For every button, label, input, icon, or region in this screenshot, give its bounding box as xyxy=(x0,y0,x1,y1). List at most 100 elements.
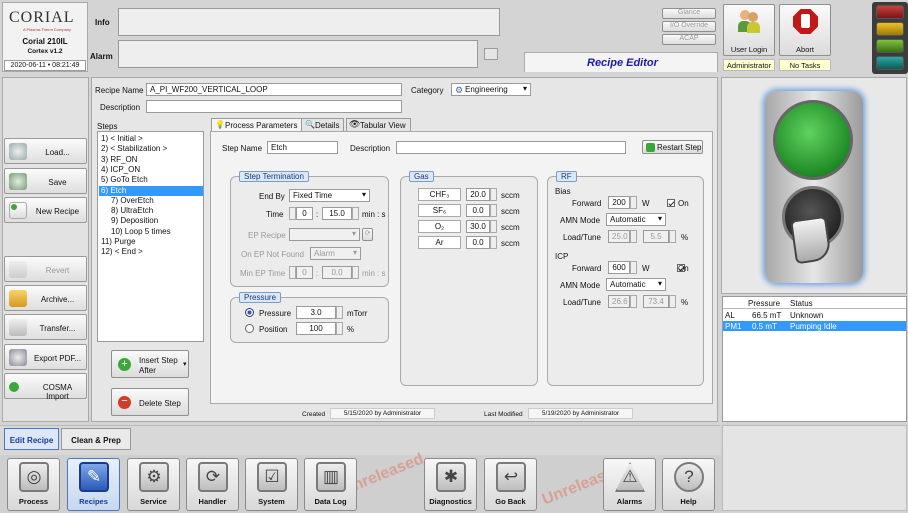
nav-help-button[interactable]: ? Help xyxy=(662,458,715,511)
step-description-input[interactable] xyxy=(396,141,626,154)
pressure-spinner[interactable] xyxy=(336,306,343,319)
rf-bias-load-spinner[interactable] xyxy=(630,230,637,243)
position-input[interactable]: 100 xyxy=(296,322,336,335)
ep-recipe-link-icon[interactable]: ⟳ xyxy=(362,228,373,241)
archive-button[interactable]: Archive... xyxy=(4,285,87,311)
rf-icp-amn-select[interactable]: Automatic xyxy=(606,278,666,291)
position-spinner[interactable] xyxy=(336,322,343,335)
load-button[interactable]: Load... xyxy=(4,138,87,164)
io-override-button[interactable]: I/O Override xyxy=(662,21,716,32)
rf-icp-forward-spinner[interactable] xyxy=(630,261,637,274)
gas-flow-spinner[interactable] xyxy=(490,204,497,217)
tab-details[interactable]: 🔍 Details xyxy=(301,118,345,132)
rf-icp-tune-spinner[interactable] xyxy=(669,295,676,308)
rf-bias-tune-input[interactable]: 5.5 xyxy=(643,230,669,243)
save-button[interactable]: Save xyxy=(4,168,87,194)
chevron-down-icon[interactable]: ▾ xyxy=(183,360,187,368)
cosma-import-button[interactable]: COSMA Import xyxy=(4,373,87,401)
gear-icon: ⚙ xyxy=(455,85,464,95)
gas-flow-input[interactable]: 0.0 xyxy=(466,204,490,217)
rf-bias-on-checkbox[interactable] xyxy=(667,198,675,207)
tasks-status: No Tasks xyxy=(779,59,831,71)
insert-step-button[interactable]: + Insert Step After ▾ xyxy=(111,350,189,378)
gas-flow-input[interactable]: 0.0 xyxy=(466,236,490,249)
nav-recipes-button[interactable]: ✎ Recipes xyxy=(67,458,120,511)
pressure-radio[interactable] xyxy=(245,308,254,317)
nav-process-button[interactable]: ◎ Process xyxy=(7,458,60,511)
time-min-spinner[interactable] xyxy=(289,207,296,220)
list-item[interactable]: 9) Deposition xyxy=(99,216,203,226)
nav-data-log-button[interactable]: ▥ Data Log xyxy=(304,458,357,511)
list-item[interactable]: 4) ICP_ON xyxy=(99,165,203,175)
pressure-input[interactable]: 3.0 xyxy=(296,306,336,319)
list-item[interactable]: 5) GoTo Etch xyxy=(99,175,203,185)
list-item[interactable]: 11) Purge xyxy=(99,237,203,247)
list-item[interactable]: 7) OverEtch xyxy=(99,196,203,206)
rf-bias-forward-spinner[interactable] xyxy=(630,196,637,209)
gas-flow-spinner[interactable] xyxy=(490,220,497,233)
tower-blue-light xyxy=(876,56,904,70)
step-name-input[interactable]: Etch xyxy=(267,141,338,154)
user-role: Administrator xyxy=(723,59,775,71)
nav-service-button[interactable]: ⚙ Service xyxy=(127,458,180,511)
time-separator: : xyxy=(316,210,319,219)
export-pdf-button[interactable]: Export PDF... xyxy=(4,344,87,370)
nav-system-button[interactable]: ☑ System xyxy=(245,458,298,511)
new-recipe-button[interactable]: New Recipe xyxy=(4,197,87,223)
revert-button[interactable]: Revert xyxy=(4,256,87,282)
nav-handler-button[interactable]: ⟳ Handler xyxy=(186,458,239,511)
rf-bias-amn-select[interactable]: Automatic xyxy=(606,213,666,226)
list-item[interactable]: 10) Loop 5 times xyxy=(99,227,203,237)
list-item[interactable]: 1) < Initial > xyxy=(99,134,203,144)
rf-bias-tune-spinner[interactable] xyxy=(669,230,676,243)
gas-flow-spinner[interactable] xyxy=(490,188,497,201)
min-ep-sec-spinner[interactable] xyxy=(352,266,359,279)
time-min-input[interactable]: 0 xyxy=(296,207,313,220)
rf-icp-load-spinner[interactable] xyxy=(630,295,637,308)
time-sec-input[interactable]: 15.0 xyxy=(322,207,352,220)
alarm-field xyxy=(118,40,478,68)
ep-recipe-select[interactable] xyxy=(289,228,360,241)
list-item[interactable]: 12) < End > xyxy=(99,247,203,257)
time-sec-spinner[interactable] xyxy=(352,207,359,220)
list-item[interactable]: 3) RF_ON xyxy=(99,155,203,165)
position-radio[interactable] xyxy=(245,324,254,333)
gas-flow-input[interactable]: 20.0 xyxy=(466,188,490,201)
min-ep-sec-input[interactable]: 0.0 xyxy=(322,266,352,279)
nav-go-back-button[interactable]: ↩ Go Back xyxy=(484,458,537,511)
user-login-button[interactable]: User Login xyxy=(723,4,775,56)
tab-process-parameters[interactable]: 💡 Process Parameters xyxy=(211,118,303,132)
rf-bias-load-input[interactable]: 25.0 xyxy=(608,230,630,243)
ep-not-found-select[interactable]: Alarm xyxy=(310,247,361,260)
rf-title: RF xyxy=(556,171,577,182)
min-ep-min-input[interactable]: 0 xyxy=(296,266,313,279)
restart-step-button[interactable]: Restart Step xyxy=(642,140,703,154)
tab-edit-recipe[interactable]: Edit Recipe xyxy=(4,428,59,450)
category-select[interactable]: ⚙ Engineering xyxy=(451,83,531,96)
rf-icp-load-input[interactable]: 26.6 xyxy=(608,295,630,308)
list-item[interactable]: 8) UltraEtch xyxy=(99,206,203,216)
recipe-description-input[interactable] xyxy=(146,100,402,113)
abort-hand-icon xyxy=(793,9,818,34)
rf-icp-forward-input[interactable]: 600 xyxy=(608,261,630,274)
nav-alarms-button[interactable]: ⚠ Alarms xyxy=(603,458,656,511)
tab-clean-prep[interactable]: Clean & Prep xyxy=(61,428,131,450)
tab-tabular-view[interactable]: 👁 Tabular View xyxy=(346,118,411,132)
rf-bias-forward-input[interactable]: 200 xyxy=(608,196,630,209)
gas-flow-input[interactable]: 30.0 xyxy=(466,220,490,233)
gas-flow-spinner[interactable] xyxy=(490,236,497,249)
abort-button[interactable]: Abort xyxy=(779,4,831,56)
glance-button[interactable]: Glance xyxy=(662,8,716,19)
list-item[interactable]: 2) < Stabilization > xyxy=(99,144,203,154)
delete-step-button[interactable]: − Delete Step xyxy=(111,388,189,416)
nav-diagnostics-button[interactable]: ✱ Diagnostics xyxy=(424,458,477,511)
list-item[interactable]: 6) Etch xyxy=(99,185,203,196)
gas-unit: sccm xyxy=(501,207,520,216)
end-by-select[interactable]: Fixed Time xyxy=(289,189,370,202)
recipe-name-input[interactable]: A_PI_WF200_VERTICAL_LOOP xyxy=(146,83,402,96)
acap-button[interactable]: ACAP xyxy=(662,34,716,45)
rf-icp-tune-input[interactable]: 73.4 xyxy=(643,295,669,308)
min-ep-min-spinner[interactable] xyxy=(289,266,296,279)
alarm-ack-box[interactable] xyxy=(484,48,498,60)
transfer-button[interactable]: Transfer... xyxy=(4,314,87,340)
